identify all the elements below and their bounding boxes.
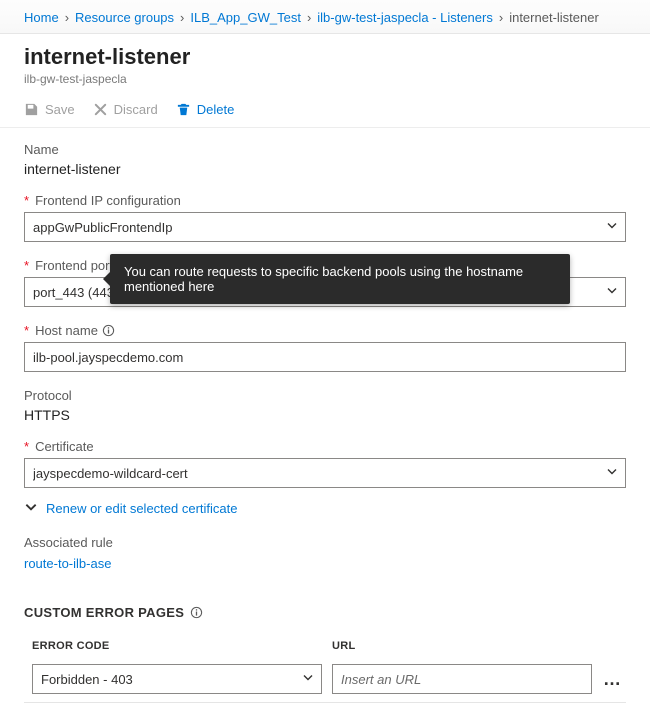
field-name: Name internet-listener [24,142,626,177]
save-button[interactable]: Save [24,102,75,117]
chevron-right-icon: › [180,10,184,25]
page-header: internet-listener ilb-gw-test-jaspecla [0,34,650,88]
error-table-header: ERROR CODE URL [24,634,626,660]
renew-certificate-toggle[interactable]: Renew or edit selected certificate [24,500,626,517]
info-icon[interactable] [102,324,115,337]
discard-button[interactable]: Discard [93,102,158,117]
associated-rule-link[interactable]: route-to-ilb-ase [24,556,111,571]
frontend-ip-select[interactable] [24,212,626,242]
required-indicator: * [24,439,29,454]
chevron-down-icon [24,500,38,517]
custom-error-pages-title: CUSTOM ERROR PAGES [24,605,626,620]
field-frontend-port: * Frontend port You can route requests t… [24,258,626,307]
associated-rule-label: Associated rule [24,535,626,550]
chevron-right-icon: › [65,10,69,25]
protocol-value: HTTPS [24,407,626,423]
name-value: internet-listener [24,161,626,177]
protocol-label: Protocol [24,388,626,403]
col-error-code: ERROR CODE [32,640,332,652]
info-icon[interactable] [190,606,203,619]
required-indicator: * [24,323,29,338]
breadcrumb-current: internet-listener [509,10,599,25]
row-more-button[interactable]: … [598,673,626,685]
certificate-select[interactable] [24,458,626,488]
field-frontend-ip: * Frontend IP configuration [24,193,626,242]
required-indicator: * [24,258,29,273]
name-label: Name [24,142,626,157]
delete-label: Delete [197,102,235,117]
page-title: internet-listener [24,44,626,70]
table-divider [24,702,626,703]
required-indicator: * [24,193,29,208]
close-icon [93,102,108,117]
hostname-tooltip: You can route requests to specific backe… [110,254,570,304]
delete-button[interactable]: Delete [176,102,235,117]
breadcrumb-link-home[interactable]: Home [24,10,59,25]
field-protocol: Protocol HTTPS [24,388,626,423]
field-certificate: * Certificate [24,439,626,488]
hostname-input[interactable] [24,342,626,372]
col-url: URL [332,640,626,652]
breadcrumb-link-listeners[interactable]: ilb-gw-test-jaspecla - Listeners [317,10,493,25]
breadcrumb-link-rg[interactable]: ILB_App_GW_Test [190,10,301,25]
field-associated-rule: Associated rule route-to-ilb-ase [24,535,626,571]
trash-icon [176,102,191,117]
hostname-label: * Host name [24,323,626,338]
toolbar: Save Discard Delete [0,94,650,128]
error-url-input[interactable] [332,664,592,694]
error-table-row: … [24,660,626,698]
frontend-ip-label: * Frontend IP configuration [24,193,626,208]
chevron-right-icon: › [499,10,503,25]
error-code-select[interactable] [32,664,322,694]
renew-certificate-link[interactable]: Renew or edit selected certificate [46,501,237,516]
save-icon [24,102,39,117]
page-subtitle: ilb-gw-test-jaspecla [24,72,626,86]
save-label: Save [45,102,75,117]
breadcrumb-link-resource-groups[interactable]: Resource groups [75,10,174,25]
discard-label: Discard [114,102,158,117]
chevron-right-icon: › [307,10,311,25]
breadcrumb: Home › Resource groups › ILB_App_GW_Test… [0,0,650,34]
field-hostname: * Host name [24,323,626,372]
certificate-label: * Certificate [24,439,626,454]
